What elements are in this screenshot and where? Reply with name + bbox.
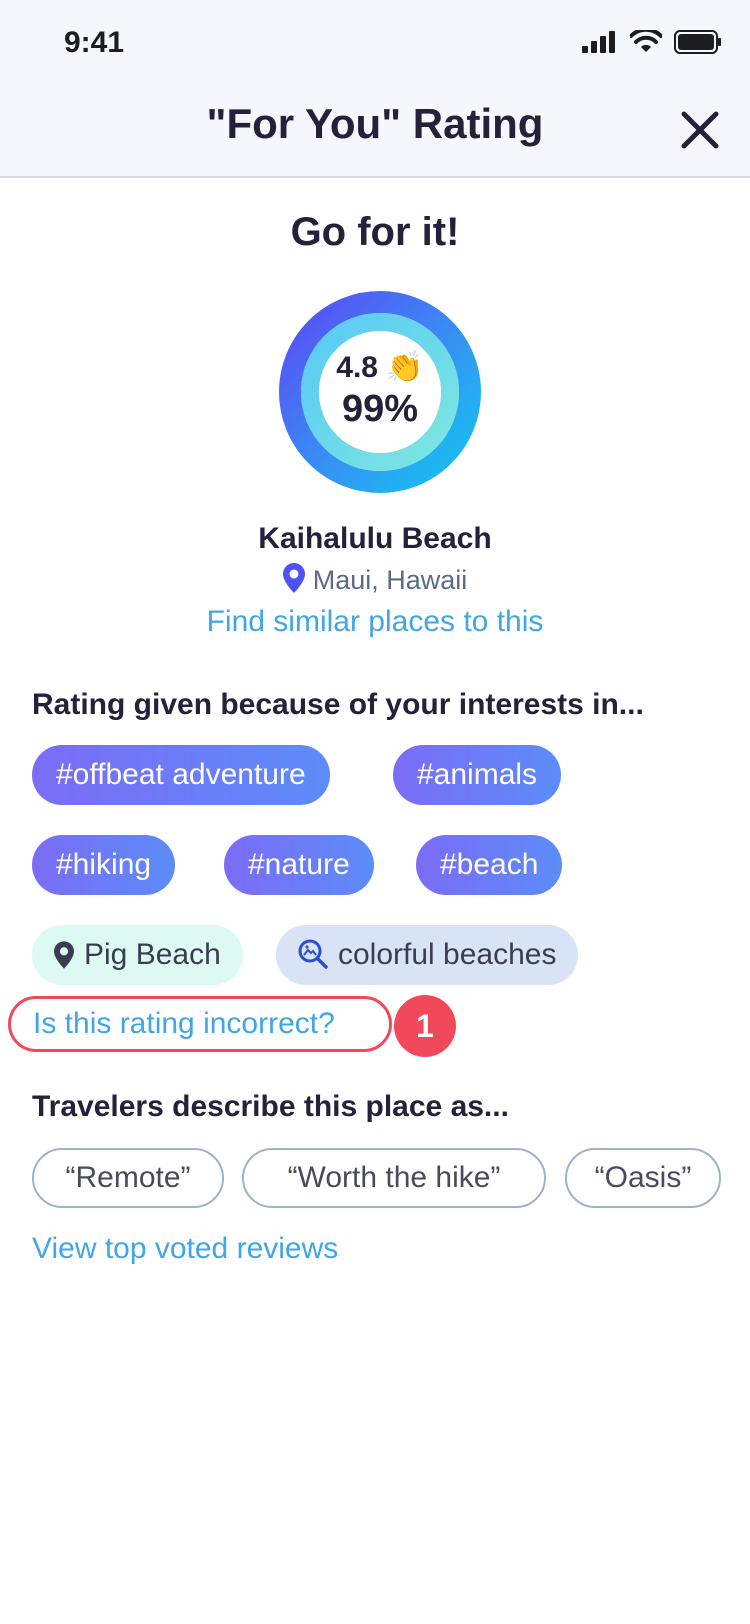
clap-icon: 👏 [386, 351, 424, 384]
place-name: Kaihalulu Beach [258, 522, 492, 555]
search-chip[interactable]: colorful beaches [276, 925, 579, 985]
rating-ring-text: 4.8 👏 99% [278, 290, 482, 494]
status-time: 9:41 [64, 26, 125, 59]
quote-chip[interactable]: “Worth the hike” [242, 1148, 546, 1208]
find-similar-link[interactable]: Find similar places to this [0, 605, 750, 639]
signal-icon [582, 31, 615, 53]
rating-incorrect-link[interactable]: Is this rating incorrect? [8, 996, 392, 1052]
view-reviews-link[interactable]: View top voted reviews [32, 1232, 338, 1266]
location-pin-icon [282, 563, 305, 593]
battery-icon [674, 30, 721, 54]
interests-title: Rating given because of your interests i… [32, 688, 644, 721]
image-search-icon [298, 939, 328, 969]
place-location-text: Maui, Hawaii [312, 565, 468, 595]
rating-percent: 99% [341, 388, 419, 430]
location-pin-icon [54, 941, 74, 969]
top-bar: 9:41 "For You" Rating [0, 0, 750, 178]
rating-score: 4.8 👏 [336, 351, 424, 384]
place-location: Maui, Hawaii [0, 563, 750, 596]
annotation-badge: 1 [394, 995, 456, 1057]
tag-nature[interactable]: #nature [224, 835, 374, 895]
tag-offbeat-adventure[interactable]: #offbeat adventure [32, 745, 330, 805]
place-chip[interactable]: Pig Beach [32, 925, 243, 985]
place-chip-label: Pig Beach [84, 938, 221, 971]
page-title: "For You" Rating [206, 100, 544, 147]
search-chip-label: colorful beaches [338, 938, 557, 971]
quote-chip[interactable]: “Oasis” [565, 1148, 721, 1208]
status-icons [582, 30, 722, 54]
quote-chip[interactable]: “Remote” [32, 1148, 224, 1208]
tag-animals[interactable]: #animals [393, 745, 562, 805]
wifi-icon [630, 30, 662, 52]
rating-headline: Go for it! [290, 210, 460, 254]
travelers-title: Travelers describe this place as... [32, 1090, 509, 1123]
tag-hiking[interactable]: #hiking [32, 835, 176, 895]
close-icon[interactable] [678, 108, 722, 152]
tag-beach[interactable]: #beach [416, 835, 563, 895]
